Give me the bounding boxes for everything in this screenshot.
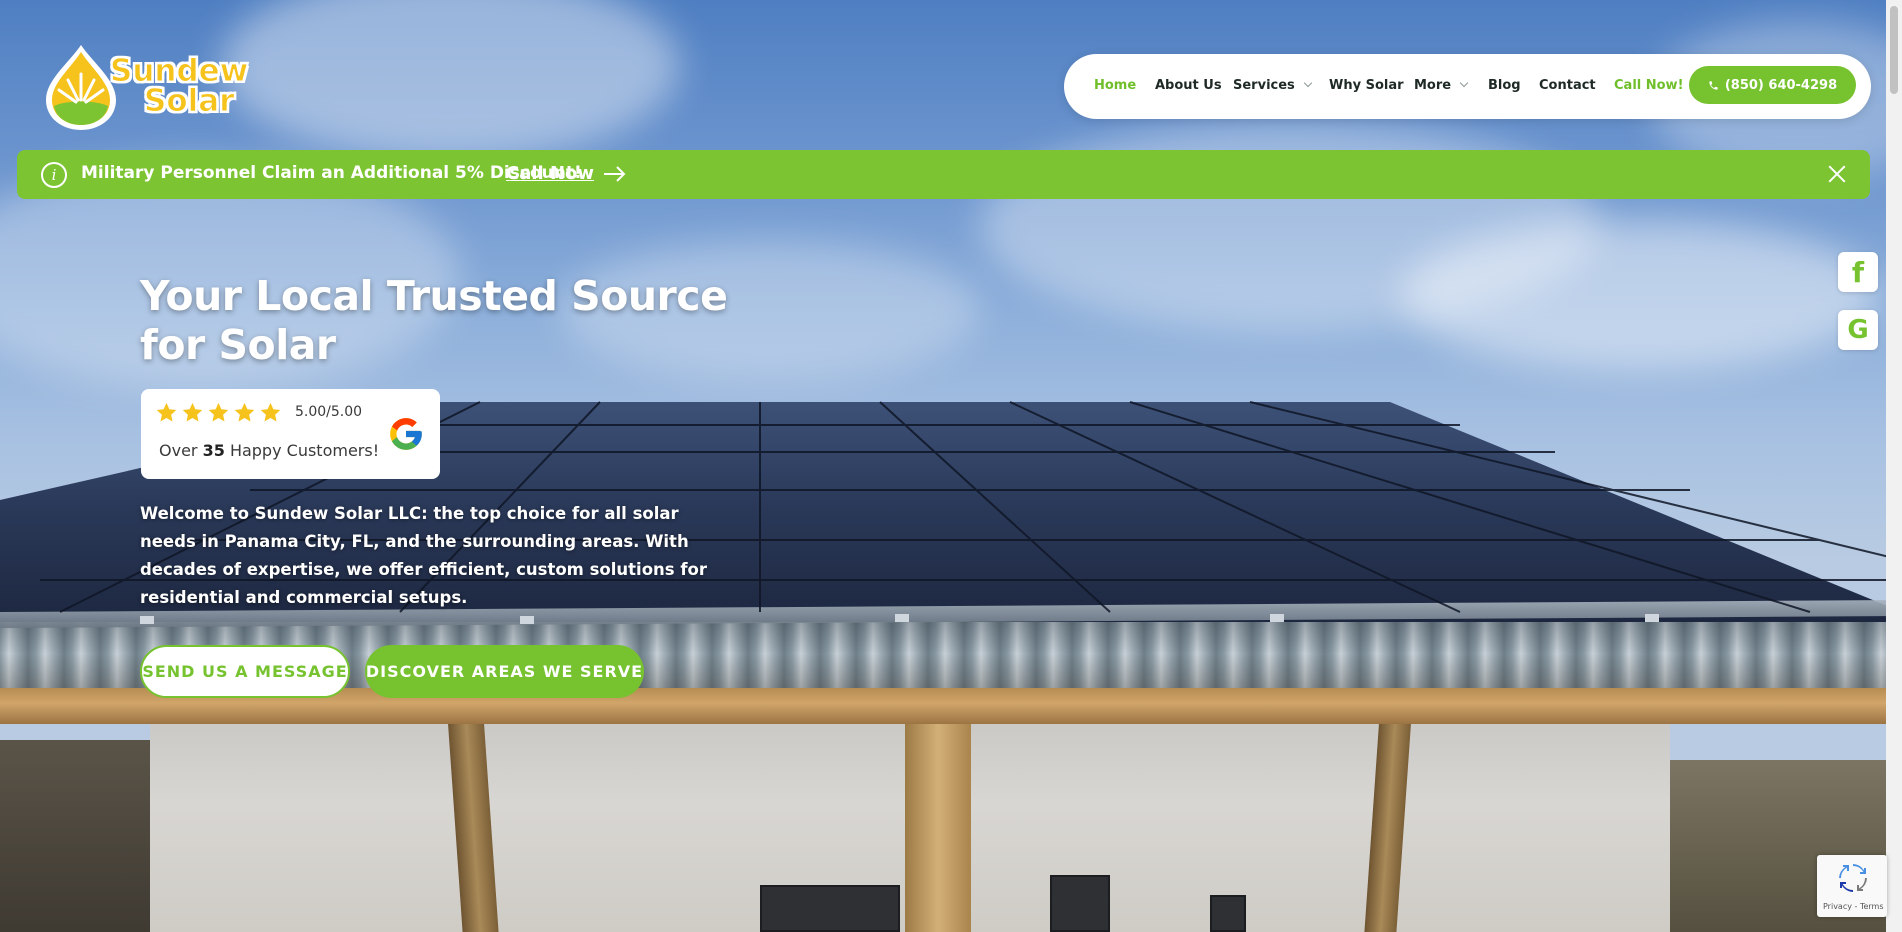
rating-value: 5.00/5.00 [295,404,363,420]
scrollbar-thumb[interactable] [1890,6,1898,94]
facebook-icon[interactable]: f [1838,252,1878,292]
nav-home[interactable]: Home [1094,78,1136,93]
hero-description: Welcome to Sundew Solar LLC: the top cho… [140,504,708,607]
nav-more[interactable]: More [1414,78,1469,93]
announcement-call-now-link[interactable]: Call Now [506,163,594,184]
logo-wordmark: Sundew Solar [109,53,249,119]
recaptcha-privacy-terms[interactable]: Privacy - Terms [1823,902,1884,911]
phone-icon [1709,80,1718,90]
nav-more-label: More [1414,78,1452,93]
recaptcha-icon [1839,864,1867,892]
phone-number: (850) 640-4298 [1724,77,1838,93]
star-icon [234,402,255,422]
hero-title: Your Local Trusted Source for Solar [140,272,728,369]
customers-prefix: Over [159,441,198,460]
recaptcha-badge[interactable]: Privacy - Terms [1817,855,1887,917]
main-navigation: Home About Us Services Why Solar More Bl… [1064,54,1871,119]
customers-count: 35 [202,441,225,460]
close-icon[interactable] [1826,163,1848,185]
star-icon [260,402,281,422]
nav-services[interactable]: Services [1233,78,1313,93]
logo-word-solar: Solar [143,83,235,119]
customers-suffix: Happy Customers! [229,441,380,460]
info-icon: i [41,162,67,188]
star-icon [208,402,229,422]
nav-contact[interactable]: Contact [1539,78,1596,93]
nav-about-us[interactable]: About Us [1155,78,1222,93]
customers-count-text: Over 35 Happy Customers! [159,441,379,460]
send-message-button[interactable]: SEND US A MESSAGE [140,645,350,698]
star-icon [156,402,177,422]
discover-areas-button[interactable]: DISCOVER AREAS WE SERVE [365,645,644,698]
sundew-solar-logo[interactable]: Sundew Solar [36,42,258,132]
review-card[interactable]: 5.00/5.00 Over 35 Happy Customers! [141,389,440,479]
star-rating [155,401,282,424]
nav-why-solar[interactable]: Why Solar [1329,78,1404,93]
phone-call-button[interactable]: (850) 640-4298 [1689,66,1856,104]
nav-blog[interactable]: Blog [1488,78,1521,93]
google-icon[interactable]: G [1838,310,1878,350]
announcement-bar: i Military Personnel Claim an Additional… [17,150,1870,199]
chevron-down-icon [1459,78,1469,88]
chevron-down-icon [1303,78,1313,88]
nav-services-label: Services [1233,78,1295,93]
nav-call-now[interactable]: Call Now! [1614,78,1684,93]
star-icon [182,402,203,422]
page-scrollbar[interactable] [1886,0,1902,932]
logo-word-sundew: Sundew [109,53,249,89]
arrow-right-icon[interactable] [603,164,627,184]
google-logo-icon [390,418,422,450]
